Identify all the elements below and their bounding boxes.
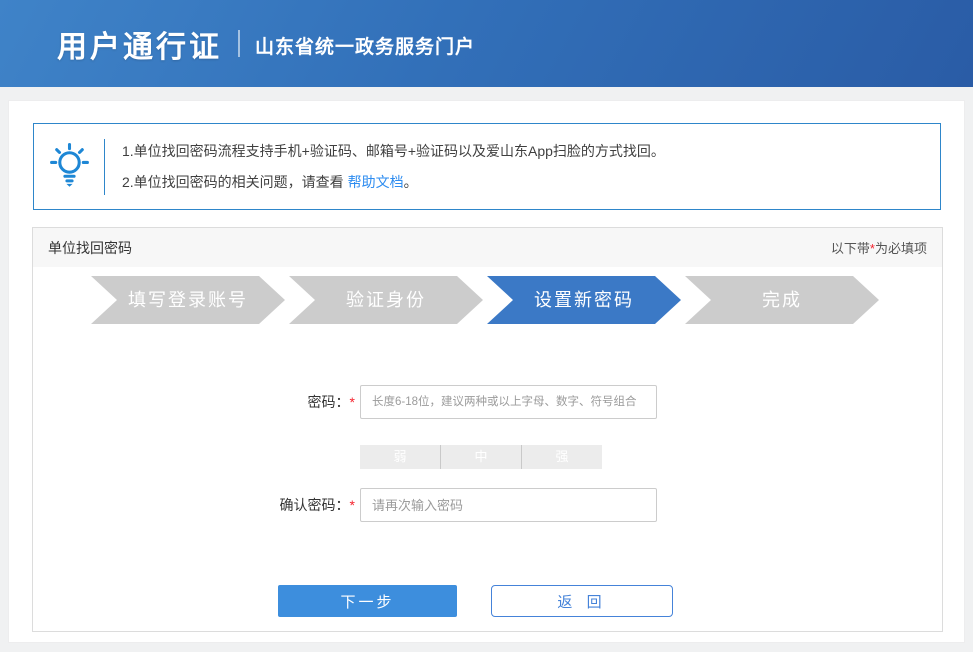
app-header: 用户通行证 山东省统一政务服务门户 <box>0 0 973 87</box>
header-brand: 用户通行证 山东省统一政务服务门户 <box>0 0 973 87</box>
panel-title: 单位找回密码 <box>48 238 132 258</box>
tip-text: 1.单位找回密码流程支持手机+验证码、邮箱号+验证码以及爱山东App扫脸的方式找… <box>105 136 665 198</box>
password-label-text: 密码： <box>308 394 350 410</box>
page-subtitle: 山东省统一政务服务门户 <box>255 32 475 59</box>
strength-medium: 中 <box>441 445 522 469</box>
tip-box: 1.单位找回密码流程支持手机+验证码、邮箱号+验证码以及爱山东App扫脸的方式找… <box>33 123 941 210</box>
password-input[interactable] <box>360 385 657 419</box>
tip-line-1: 1.单位找回密码流程支持手机+验证码、邮箱号+验证码以及爱山东App扫脸的方式找… <box>122 136 665 167</box>
content-wrapper: 1.单位找回密码流程支持手机+验证码、邮箱号+验证码以及爱山东App扫脸的方式找… <box>8 100 965 643</box>
confirm-password-label: 确认密码：* <box>33 495 355 515</box>
tip-line-2-text: 2.单位找回密码的相关问题，请查看 <box>122 174 348 190</box>
confirm-password-input[interactable] <box>360 488 657 522</box>
strength-weak: 弱 <box>360 445 441 469</box>
step-indicator: 填写登录账号 验证身份 设置新密码 完成 <box>91 276 883 324</box>
page: 用户通行证 山东省统一政务服务门户 <box>0 0 973 652</box>
password-recovery-panel: 单位找回密码 以下带*为必填项 填写登录账号 验证身份 设置新密码 完成 密码：… <box>32 227 943 632</box>
strength-row: 弱 中 强 <box>33 445 942 469</box>
tip-line-2-suffix: 。 <box>404 174 418 190</box>
lightbulb-icon <box>47 142 92 192</box>
password-strength-meter: 弱 中 强 <box>360 445 602 469</box>
title-divider <box>238 30 240 57</box>
confirm-password-row: 确认密码：* <box>33 488 942 522</box>
required-note-suffix: 为必填项 <box>875 241 927 256</box>
required-note: 以下带*为必填项 <box>831 238 927 257</box>
step-verify-identity: 验证身份 <box>289 276 483 324</box>
back-button[interactable]: 返 回 <box>491 585 673 617</box>
password-row: 密码：* <box>33 385 942 419</box>
confirm-required-star: * <box>350 497 355 513</box>
page-title: 用户通行证 <box>57 22 222 66</box>
password-label: 密码：* <box>33 392 355 412</box>
tip-line-2: 2.单位找回密码的相关问题，请查看 帮助文档。 <box>122 167 665 198</box>
step-fill-account: 填写登录账号 <box>91 276 285 324</box>
step-set-new-password: 设置新密码 <box>487 276 681 324</box>
strength-strong: 强 <box>522 445 602 469</box>
panel-header: 单位找回密码 以下带*为必填项 <box>33 228 942 267</box>
tip-icon-area <box>34 142 104 192</box>
confirm-label-text: 确认密码： <box>280 497 350 513</box>
help-doc-link[interactable]: 帮助文档 <box>348 174 404 190</box>
step-complete: 完成 <box>685 276 879 324</box>
password-required-star: * <box>350 394 355 410</box>
next-step-button[interactable]: 下一步 <box>278 585 457 617</box>
required-note-prefix: 以下带 <box>831 241 870 256</box>
